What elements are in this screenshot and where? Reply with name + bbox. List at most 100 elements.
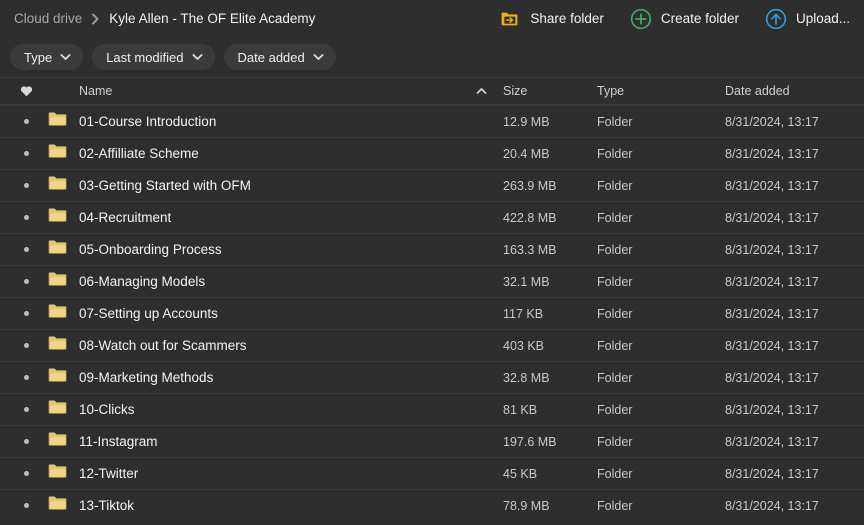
create-folder-label: Create folder (660, 11, 739, 26)
row-size-text: 163.3 MB (503, 242, 557, 257)
row-favorite-toggle[interactable] (10, 279, 43, 284)
folder-icon (48, 271, 67, 292)
share-folder-icon (499, 8, 521, 30)
row-name-cell: 10-Clicks (75, 402, 468, 417)
row-favorite-toggle[interactable] (10, 471, 43, 476)
column-header-name[interactable]: Name (75, 84, 468, 98)
filter-chip-last-modified-label: Last modified (106, 49, 184, 65)
table-row[interactable]: 01-Course Introduction 12.9 MB Folder 8/… (0, 105, 864, 137)
row-favorite-toggle[interactable] (10, 311, 43, 316)
upload-button[interactable]: Upload... (765, 8, 850, 30)
table-row[interactable]: 11-Instagram 197.6 MB Folder 8/31/2024, … (0, 425, 864, 457)
row-name-cell: 13-Tiktok (75, 498, 468, 513)
row-name-cell: 09-Marketing Methods (75, 370, 468, 385)
row-date-cell: 8/31/2024, 13:17 (724, 337, 864, 355)
row-size-text: 12.9 MB (503, 114, 550, 129)
dot-icon (24, 311, 29, 316)
column-header-size[interactable]: Size (494, 82, 594, 100)
dot-icon (24, 375, 29, 380)
row-favorite-toggle[interactable] (10, 375, 43, 380)
table-row[interactable]: 03-Getting Started with OFM 263.9 MB Fol… (0, 169, 864, 201)
table-row[interactable]: 07-Setting up Accounts 117 KB Folder 8/3… (0, 297, 864, 329)
row-date-text: 8/31/2024, 13:17 (725, 242, 819, 257)
column-header-favorite[interactable] (10, 85, 43, 97)
file-table: Name Size Type Date added 01-Course Intr… (0, 77, 864, 521)
row-folder-icon-cell (43, 399, 75, 420)
folder-icon (48, 239, 67, 260)
create-folder-button[interactable]: Create folder (630, 8, 739, 30)
table-row[interactable]: 12-Twitter 45 KB Folder 8/31/2024, 13:17 (0, 457, 864, 489)
table-row[interactable]: 02-Affilliate Scheme 20.4 MB Folder 8/31… (0, 137, 864, 169)
table-body: 01-Course Introduction 12.9 MB Folder 8/… (0, 105, 864, 521)
column-header-type[interactable]: Type (594, 82, 724, 100)
column-sort-indicator[interactable] (468, 87, 494, 95)
filter-chip-type[interactable]: Type (10, 44, 84, 70)
row-name-text: 03-Getting Started with OFM (79, 178, 251, 193)
row-size-text: 45 KB (503, 466, 538, 481)
row-favorite-toggle[interactable] (10, 215, 43, 220)
row-favorite-toggle[interactable] (10, 503, 43, 508)
row-date-text: 8/31/2024, 13:17 (725, 210, 819, 225)
row-name-cell: 05-Onboarding Process (75, 242, 468, 257)
table-row[interactable]: 09-Marketing Methods 32.8 MB Folder 8/31… (0, 361, 864, 393)
dot-icon (24, 151, 29, 156)
row-type-cell: Folder (594, 241, 724, 259)
row-date-text: 8/31/2024, 13:17 (725, 370, 819, 385)
row-date-text: 8/31/2024, 13:17 (725, 498, 819, 513)
row-favorite-toggle[interactable] (10, 247, 43, 252)
dot-icon (24, 183, 29, 188)
row-favorite-toggle[interactable] (10, 439, 43, 444)
column-header-date-added[interactable]: Date added (724, 82, 864, 100)
row-size-text: 263.9 MB (503, 178, 557, 193)
folder-icon (48, 399, 67, 420)
breadcrumb-root-link[interactable]: Cloud drive (14, 11, 82, 26)
row-date-cell: 8/31/2024, 13:17 (724, 305, 864, 323)
filter-chip-date-added-label: Date added (237, 49, 305, 65)
row-folder-icon-cell (43, 143, 75, 164)
row-size-text: 117 KB (503, 306, 544, 321)
table-row[interactable]: 05-Onboarding Process 163.3 MB Folder 8/… (0, 233, 864, 265)
share-folder-button[interactable]: Share folder (499, 8, 604, 30)
table-row[interactable]: 06-Managing Models 32.1 MB Folder 8/31/2… (0, 265, 864, 297)
row-date-text: 8/31/2024, 13:17 (725, 178, 819, 193)
row-name-text: 12-Twitter (79, 466, 139, 481)
table-row[interactable]: 10-Clicks 81 KB Folder 8/31/2024, 13:17 (0, 393, 864, 425)
row-favorite-toggle[interactable] (10, 119, 43, 124)
row-date-cell: 8/31/2024, 13:17 (724, 145, 864, 163)
upload-circle-icon (765, 8, 787, 30)
row-favorite-toggle[interactable] (10, 183, 43, 188)
table-header-row: Name Size Type Date added (0, 77, 864, 105)
row-date-cell: 8/31/2024, 13:17 (724, 497, 864, 515)
filter-chip-type-label: Type (24, 49, 53, 65)
filter-chip-date-added[interactable]: Date added (223, 44, 336, 70)
upload-label: Upload... (795, 11, 850, 26)
breadcrumb: Cloud drive Kyle Allen - The OF Elite Ac… (14, 11, 315, 26)
row-type-text: Folder (597, 178, 633, 193)
row-date-text: 8/31/2024, 13:17 (725, 114, 819, 129)
folder-icon (48, 175, 67, 196)
row-size-cell: 403 KB (494, 337, 594, 355)
row-name-cell: 07-Setting up Accounts (75, 306, 468, 321)
chevron-down-icon (191, 53, 203, 61)
table-row[interactable]: 08-Watch out for Scammers 403 KB Folder … (0, 329, 864, 361)
row-type-text: Folder (597, 242, 633, 257)
row-size-text: 81 KB (503, 402, 538, 417)
filter-chip-last-modified[interactable]: Last modified (92, 44, 215, 70)
row-size-cell: 32.8 MB (494, 369, 594, 387)
heart-icon (20, 85, 33, 97)
column-header-name-label: Name (79, 84, 113, 98)
row-favorite-toggle[interactable] (10, 407, 43, 412)
row-date-text: 8/31/2024, 13:17 (725, 466, 819, 481)
row-type-text: Folder (597, 498, 633, 513)
toolbar-actions: Share folder Create folder Upload... (499, 8, 852, 30)
row-size-cell: 117 KB (494, 305, 594, 323)
table-row[interactable]: 04-Recruitment 422.8 MB Folder 8/31/2024… (0, 201, 864, 233)
row-type-cell: Folder (594, 209, 724, 227)
row-date-cell: 8/31/2024, 13:17 (724, 433, 864, 451)
row-favorite-toggle[interactable] (10, 151, 43, 156)
table-row[interactable]: 13-Tiktok 78.9 MB Folder 8/31/2024, 13:1… (0, 489, 864, 521)
dot-icon (24, 471, 29, 476)
row-favorite-toggle[interactable] (10, 343, 43, 348)
row-size-cell: 78.9 MB (494, 497, 594, 515)
folder-icon (48, 111, 67, 132)
